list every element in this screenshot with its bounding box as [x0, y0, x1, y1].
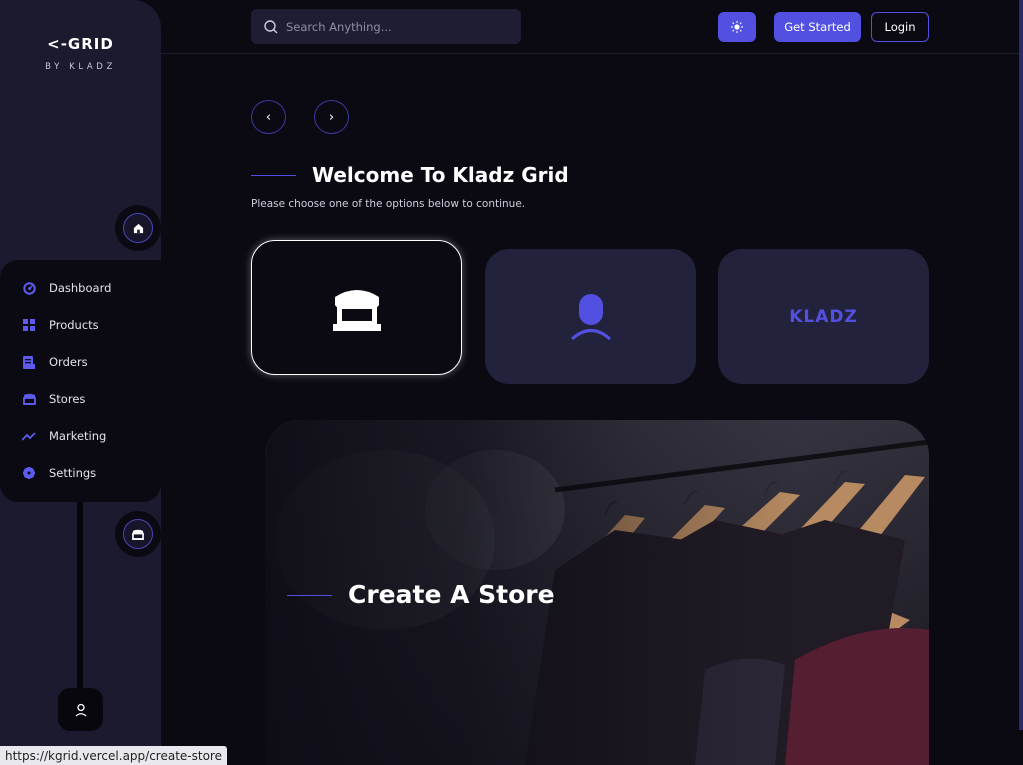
sidebar-item-label: Products	[49, 318, 99, 332]
sidebar-item-label: Settings	[49, 466, 97, 480]
user-icon	[75, 703, 86, 717]
grid-icon	[22, 318, 36, 332]
theme-toggle-button[interactable]	[718, 12, 756, 42]
next-arrow-button[interactable]: ›	[314, 100, 349, 134]
chevron-right-icon: ›	[328, 109, 335, 125]
sidebar-item-label: Marketing	[49, 429, 107, 443]
topbar-divider	[161, 53, 1023, 54]
dashboard-icon	[22, 281, 36, 295]
sidebar-item-stores[interactable]: Stores	[22, 389, 85, 409]
sidebar-item-products[interactable]: Products	[22, 315, 99, 335]
gear-icon	[22, 466, 36, 480]
search-icon	[264, 19, 278, 33]
store-shortcut-button[interactable]	[115, 511, 161, 557]
sidebar-item-label: Orders	[49, 355, 88, 369]
home-button[interactable]	[115, 205, 161, 251]
title-accent-line	[251, 175, 296, 176]
home-icon	[133, 223, 143, 233]
login-button[interactable]: Login	[871, 12, 929, 42]
search-input[interactable]	[286, 19, 506, 34]
get-started-button[interactable]: Get Started	[774, 12, 861, 42]
chevron-left-icon: ‹	[265, 109, 272, 125]
status-url-bar: https://kgrid.vercel.app/create-store	[0, 746, 227, 765]
profile-button[interactable]	[58, 688, 103, 731]
store-option-card[interactable]	[251, 240, 462, 375]
sun-icon	[731, 21, 743, 33]
prev-arrow-button[interactable]: ‹	[251, 100, 286, 134]
scrollbar[interactable]	[1019, 0, 1023, 730]
sidebar-item-label: Dashboard	[49, 281, 112, 295]
hero-title: Create A Store	[348, 580, 555, 609]
page-subtitle: Please choose one of the options below t…	[251, 198, 526, 210]
sidebar-item-orders[interactable]: Orders	[22, 352, 88, 372]
sidebar-item-marketing[interactable]: Marketing	[22, 426, 106, 446]
user-icon	[570, 293, 611, 340]
brand-logo[interactable]: <-GRID	[0, 35, 161, 53]
brand[interactable]: <-GRID BY KLADZ	[0, 35, 161, 72]
hero-accent-line	[287, 595, 332, 596]
kladz-logo: KLADZ	[789, 306, 858, 327]
store-icon	[132, 529, 144, 540]
trend-icon	[22, 429, 36, 443]
kladz-option-card[interactable]: KLADZ	[718, 249, 929, 384]
sidebar-item-settings[interactable]: Settings	[22, 463, 96, 483]
store-icon	[332, 289, 381, 331]
sidebar-item-dashboard[interactable]: Dashboard	[22, 278, 111, 298]
document-icon	[22, 355, 36, 369]
sidebar-nav: Dashboard Products Orders Stores Marketi…	[0, 260, 161, 502]
sidebar: <-GRID BY KLADZ Dashboard Products Order…	[0, 0, 161, 765]
brand-subtitle: BY KLADZ	[45, 62, 116, 72]
sidebar-item-label: Stores	[49, 392, 86, 406]
sidebar-rail	[77, 500, 83, 700]
user-option-card[interactable]	[485, 249, 696, 384]
page-title: Welcome To Kladz Grid	[312, 163, 569, 187]
search-bar[interactable]	[251, 9, 521, 44]
store-icon	[22, 392, 36, 406]
